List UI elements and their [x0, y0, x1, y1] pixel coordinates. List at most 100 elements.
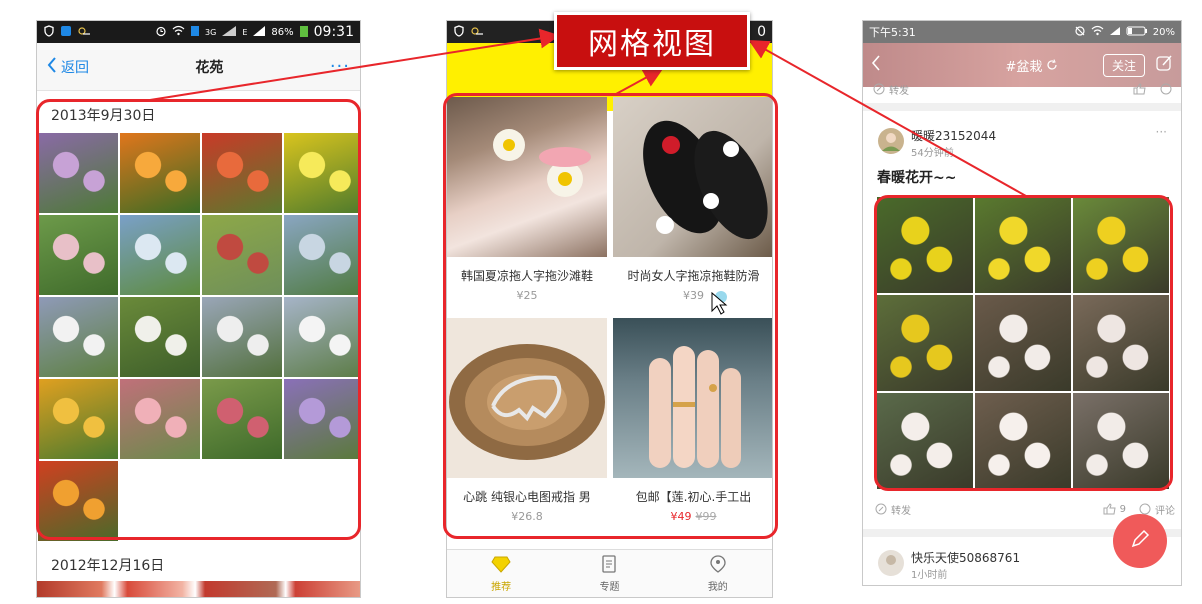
shield-icon	[453, 24, 465, 40]
divider	[863, 103, 1181, 111]
thumbs-up-icon[interactable]	[1103, 500, 1117, 519]
page-title: 花苑	[195, 59, 224, 76]
profile-icon	[709, 554, 727, 576]
share-icon[interactable]	[875, 500, 887, 519]
weather-icon	[470, 25, 484, 40]
weather-icon	[77, 25, 91, 40]
status-bar: 3G E 86% 09:31	[37, 21, 360, 43]
hand-illustration	[649, 346, 741, 468]
edge-indicator: E	[242, 27, 248, 37]
mute-icon	[1074, 25, 1086, 40]
product-name: 时尚女人字拖凉拖鞋防滑	[627, 269, 760, 283]
avatar[interactable]	[877, 127, 905, 159]
photo-thumbnail[interactable]	[38, 297, 118, 377]
product-card[interactable]: 时尚女人字拖凉拖鞋防滑 ¥39	[613, 97, 772, 315]
battery-percent: 20%	[1152, 26, 1175, 38]
next-post-header: 快乐天使50868761 1小时前	[877, 549, 1020, 581]
post-header: 暖暖23152044 54分钟前	[877, 127, 996, 159]
more-button[interactable]: ···	[330, 56, 350, 77]
refresh-icon[interactable]	[1046, 56, 1058, 75]
shield-icon	[43, 24, 55, 40]
tab-mine[interactable]: 我的	[664, 550, 772, 597]
sale-price: ¥49	[670, 510, 692, 523]
stage: 3G E 86% 09:31 返回 花苑 ··· 2013年9月30日 2012…	[0, 0, 1202, 604]
phone-gallery: 3G E 86% 09:31 返回 花苑 ··· 2013年9月30日 2012…	[36, 20, 361, 598]
post-photo[interactable]	[877, 197, 973, 293]
alarm-icon	[155, 25, 167, 40]
photo-strip	[37, 581, 360, 597]
post-photo[interactable]	[877, 295, 973, 391]
thumbs-up-icon[interactable]	[1133, 80, 1147, 99]
product-name: 韩国夏凉拖人字拖沙滩鞋	[460, 269, 593, 283]
chevron-left-icon	[47, 56, 57, 77]
phone-social: 下午5:31 20% #盆栽 关注 转发 暖暖23152044 54分钟前 ··…	[862, 20, 1182, 586]
photo-thumbnail[interactable]	[38, 133, 118, 213]
comment-label[interactable]: 评论	[1155, 502, 1175, 517]
photo-thumbnail[interactable]	[202, 215, 282, 295]
photo-thumbnail[interactable]	[120, 297, 200, 377]
battery-icon	[299, 24, 309, 41]
tab-label: 推荐	[491, 581, 512, 593]
photo-thumbnail[interactable]	[202, 297, 282, 377]
battery-icon	[1126, 26, 1148, 39]
post-time: 1小时前	[911, 570, 948, 581]
photo-thumbnail[interactable]	[120, 133, 200, 213]
clock: 0	[757, 24, 766, 40]
back-button[interactable]	[871, 55, 881, 75]
nav-bar: 返回 花苑 ···	[37, 43, 360, 91]
document-icon	[601, 554, 617, 576]
clock: 09:31	[313, 24, 354, 40]
ring-illustration	[449, 344, 605, 460]
signal-icon	[1109, 26, 1121, 39]
avatar[interactable]	[877, 549, 905, 581]
compose-icon[interactable]	[1155, 54, 1173, 76]
topic-title: #盆栽	[1005, 59, 1043, 75]
tab-topics[interactable]: 专题	[555, 550, 663, 597]
signal-icon	[221, 25, 237, 40]
photo-thumbnail[interactable]	[284, 215, 360, 295]
photo-thumbnail[interactable]	[120, 379, 200, 459]
share-label[interactable]: 转发	[891, 502, 911, 517]
product-card[interactable]: 心跳 纯银心电图戒指 男 ¥26.8	[447, 318, 607, 533]
photo-thumbnail[interactable]	[284, 133, 360, 213]
photo-thumbnail[interactable]	[202, 379, 282, 459]
post-photo[interactable]	[975, 393, 1071, 489]
photo-thumbnail[interactable]	[38, 379, 118, 459]
wifi-icon	[172, 25, 185, 39]
post-photo[interactable]	[877, 393, 973, 489]
product-price: ¥49 ¥99	[613, 510, 772, 523]
wifi-icon	[1091, 25, 1104, 39]
share-label[interactable]: 转发	[889, 82, 909, 97]
share-icon[interactable]	[873, 80, 885, 99]
section-date: 2012年12月16日	[51, 558, 165, 574]
product-name: 心跳 纯银心电图戒指 男	[463, 490, 591, 504]
battery-percent: 86%	[271, 26, 294, 38]
follow-button[interactable]: 关注	[1102, 53, 1145, 77]
product-card[interactable]: 韩国夏凉拖人字拖沙滩鞋 ¥25	[447, 97, 607, 312]
tab-label: 我的	[707, 581, 728, 593]
post-photo[interactable]	[1073, 197, 1169, 293]
photo-thumbnail[interactable]	[120, 215, 200, 295]
product-card[interactable]: 包邮【莲.初心.手工出 ¥49 ¥99	[613, 318, 772, 533]
tab-recommend[interactable]: 推荐	[447, 550, 555, 597]
photo-thumbnail[interactable]	[202, 133, 282, 213]
sim-icon	[190, 25, 200, 40]
post-photo[interactable]	[975, 295, 1071, 391]
photo-thumbnail[interactable]	[38, 461, 118, 541]
back-button[interactable]: 返回	[47, 56, 89, 77]
post-photo[interactable]	[1073, 393, 1169, 489]
username[interactable]: 快乐天使50868761	[911, 549, 1020, 566]
photo-thumbnail[interactable]	[284, 379, 360, 459]
sandal-illustration	[643, 120, 768, 240]
photo-thumbnail[interactable]	[38, 215, 118, 295]
more-icon[interactable]: ···	[1156, 125, 1167, 139]
original-price: ¥99	[695, 510, 717, 523]
compose-fab[interactable]	[1113, 514, 1167, 568]
like-count: 9	[1119, 503, 1126, 515]
post-photo[interactable]	[975, 197, 1071, 293]
section-date: 2013年9月30日	[51, 108, 156, 124]
photo-thumbnail[interactable]	[284, 297, 360, 377]
post-photo[interactable]	[1073, 295, 1169, 391]
comment-icon[interactable]	[1159, 80, 1173, 99]
username[interactable]: 暖暖23152044	[911, 127, 996, 144]
